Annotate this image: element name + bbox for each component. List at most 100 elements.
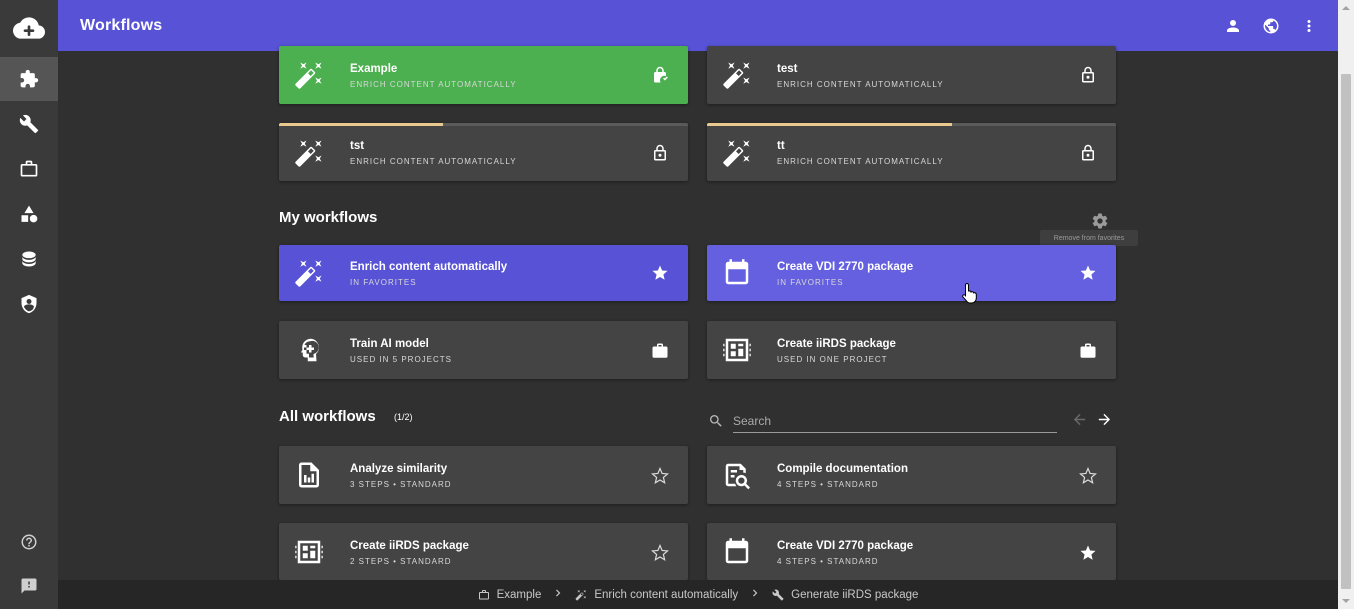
star-outline-icon[interactable] (1078, 465, 1098, 487)
next-page-button[interactable] (1096, 411, 1113, 433)
running-workflow-card[interactable]: tst Enrich content automatically (279, 123, 688, 181)
previous-page-button[interactable] (1071, 411, 1088, 433)
workflow-card[interactable]: Create iiRDS package 2 steps • standard (279, 523, 688, 580)
workflow-name: test (777, 63, 798, 75)
tooltip: Remove from favorites (1040, 230, 1138, 246)
star-icon[interactable] (1078, 542, 1098, 564)
workflow-name: Enrich content automatically (350, 261, 508, 273)
star-outline-icon[interactable] (650, 465, 670, 487)
iirds-package-icon (721, 334, 753, 366)
workflow-subtitle: Enrich content automatically (777, 80, 944, 89)
magic-wand-icon (721, 59, 753, 91)
iirds-package-icon (293, 536, 325, 568)
calendar-box-icon (721, 257, 753, 289)
wrench-icon (19, 114, 39, 134)
workflow-subtitle: 2 steps • standard (350, 557, 452, 566)
shapes-icon (19, 204, 39, 224)
breadcrumb-item-project[interactable]: Example (478, 588, 542, 601)
workflow-name: Train AI model (350, 338, 429, 350)
workflow-subtitle: 4 steps • standard (777, 480, 879, 489)
favorite-workflow-card[interactable]: Create iiRDS package Used in one project (707, 321, 1116, 379)
workflow-subtitle: Used in one project (777, 355, 888, 364)
workflow-name: Example (350, 63, 398, 75)
workflow-subtitle: Enrich content automatically (350, 80, 517, 89)
sidebar-item-admin[interactable] (0, 282, 58, 326)
workflow-subtitle: In favorites (777, 278, 844, 287)
sidebar-item-feedback[interactable] (0, 564, 58, 608)
help-circle-icon (20, 533, 38, 551)
workflow-card[interactable]: Compile documentation 4 steps • standard (707, 446, 1116, 504)
lock-icon[interactable] (650, 142, 670, 164)
account-icon[interactable] (1224, 17, 1242, 35)
sidebar-item-tools[interactable] (0, 102, 58, 146)
star-icon[interactable] (1078, 262, 1098, 284)
section-title-my-workflows: My workflows (279, 209, 378, 226)
breadcrumb: Example Enrich content automatically Gen… (58, 580, 1338, 609)
page-scrollbar[interactable] (1338, 0, 1354, 609)
calendar-box-icon (721, 536, 753, 568)
magic-wand-icon (293, 137, 325, 169)
sidebar-item-workflows[interactable] (0, 57, 58, 101)
workflow-name: tt (777, 140, 785, 152)
workflow-name: Analyze similarity (350, 463, 448, 475)
chevron-right-icon (748, 586, 762, 603)
sidebar-item-shapes[interactable] (0, 192, 58, 236)
search-input[interactable] (733, 410, 1057, 433)
pointer-cursor-icon (962, 282, 978, 309)
lock-icon[interactable] (1078, 142, 1098, 164)
page-count: (1/2) (394, 412, 413, 422)
workflow-name: Create VDI 2770 package (777, 540, 914, 552)
favorite-workflow-card[interactable]: Train AI model Used in 5 projects (279, 321, 688, 379)
lock-icon[interactable] (1078, 64, 1098, 86)
page-title: Workflows (80, 16, 163, 34)
sidebar-item-help[interactable] (0, 520, 58, 564)
puzzle-icon (19, 69, 39, 89)
side-nav (0, 0, 58, 609)
favorite-workflow-card[interactable]: Create VDI 2770 package In favorites (707, 245, 1116, 301)
workflow-subtitle: 4 steps • standard (777, 557, 879, 566)
favorite-workflow-card[interactable]: Enrich content automatically In favorite… (279, 245, 688, 301)
running-workflow-card[interactable]: tt Enrich content automatically (707, 123, 1116, 181)
briefcase-icon[interactable] (650, 340, 670, 362)
app-header: Workflows (58, 0, 1338, 51)
feedback-icon (20, 577, 38, 595)
scrollbar-thumb[interactable] (1341, 74, 1351, 589)
progress-fill (707, 123, 953, 126)
workflow-subtitle: 3 steps • standard (350, 480, 452, 489)
workflow-name: Compile documentation (777, 463, 908, 475)
breadcrumb-item-workflow[interactable]: Enrich content automatically (575, 589, 738, 601)
scroll-up-arrow-icon[interactable] (1338, 0, 1354, 16)
breadcrumb-label: Example (496, 588, 542, 601)
globe-icon[interactable] (1262, 17, 1280, 35)
workflow-subtitle: In favorites (350, 278, 417, 287)
workflow-card[interactable]: Create VDI 2770 package 4 steps • standa… (707, 523, 1116, 580)
workflow-name: tst (350, 140, 365, 152)
breadcrumb-label: Enrich content automatically (594, 588, 739, 601)
scroll-down-arrow-icon[interactable] (1338, 593, 1354, 609)
breadcrumb-label: Generate iiRDS package (791, 588, 919, 601)
more-vertical-icon[interactable] (1300, 17, 1318, 35)
running-workflow-card[interactable]: Example Enrich content automatically (279, 46, 688, 104)
arrow-right-icon (1096, 411, 1113, 428)
cloud-plus-logo-icon[interactable] (0, 0, 58, 56)
sidebar-item-projects[interactable] (0, 147, 58, 191)
magic-wand-icon (575, 589, 587, 601)
star-icon[interactable] (650, 262, 670, 284)
chevron-right-icon (551, 586, 565, 603)
progress-fill (279, 123, 443, 126)
database-icon (19, 249, 39, 269)
shield-account-icon (19, 294, 39, 314)
workflow-subtitle: Enrich content automatically (350, 157, 517, 166)
workflow-name: Create iiRDS package (350, 540, 469, 552)
wrench-icon (772, 589, 784, 601)
magic-wand-icon (293, 59, 325, 91)
star-outline-icon[interactable] (650, 542, 670, 564)
file-chart-icon (293, 459, 325, 491)
sidebar-item-data[interactable] (0, 237, 58, 281)
workflow-card[interactable]: Analyze similarity 3 steps • standard (279, 446, 688, 504)
lock-check-icon[interactable] (650, 64, 670, 86)
search-icon (708, 413, 724, 434)
briefcase-icon[interactable] (1078, 340, 1098, 362)
breadcrumb-item-step[interactable]: Generate iiRDS package (772, 589, 918, 601)
running-workflow-card[interactable]: test Enrich content automatically (707, 46, 1116, 104)
